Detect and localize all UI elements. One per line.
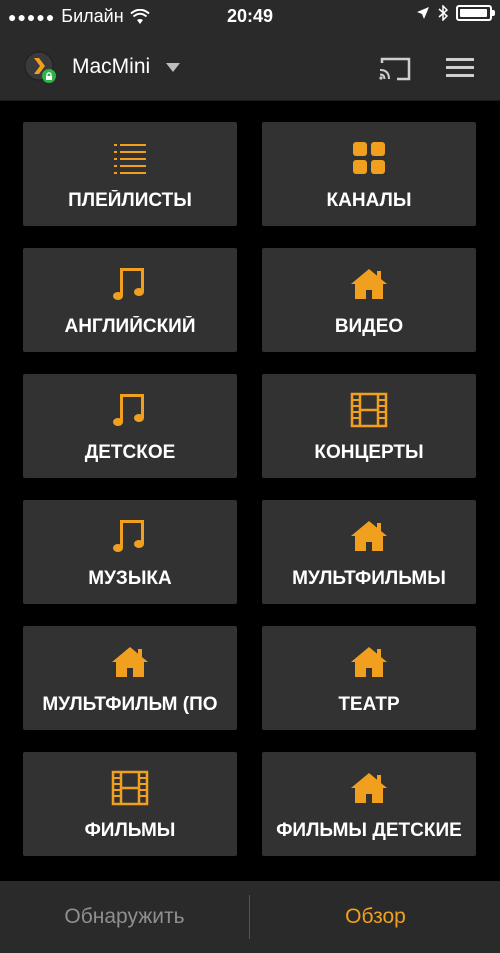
tile-label: МУЛЬТФИЛЬМЫ: [292, 568, 446, 589]
nav-bar: MacMini: [0, 34, 500, 101]
status-right: [416, 5, 495, 21]
list-icon: [110, 140, 150, 176]
bluetooth-icon: [438, 5, 448, 21]
lock-icon: [42, 69, 56, 83]
library-tile[interactable]: МУЛЬТФИЛЬМ (ПО: [23, 626, 237, 730]
server-name[interactable]: MacMini: [72, 55, 150, 79]
battery-icon: [456, 5, 495, 21]
status-bar: ●●●●● Билайн 20:49: [0, 0, 500, 34]
library-tile[interactable]: ПЛЕЙЛИСТЫ: [23, 122, 237, 226]
tile-label: МУЗЫКА: [88, 568, 172, 589]
bottom-tab-bar: Обнаружить Обзор: [0, 881, 500, 953]
library-tile[interactable]: КОНЦЕРТЫ: [262, 374, 476, 478]
tab-browse[interactable]: Обзор: [251, 881, 500, 953]
library-tile[interactable]: АНГЛИЙСКИЙ: [23, 248, 237, 352]
location-arrow-icon: [417, 7, 429, 19]
home-icon: [349, 770, 389, 806]
library-tile[interactable]: ВИДЕО: [262, 248, 476, 352]
plex-logo-icon[interactable]: [24, 51, 56, 83]
home-icon: [110, 644, 150, 680]
home-icon: [349, 266, 389, 302]
library-tile[interactable]: ТЕАТР: [262, 626, 476, 730]
tile-label: ПЛЕЙЛИСТЫ: [68, 190, 192, 211]
tile-label: КОНЦЕРТЫ: [314, 442, 424, 463]
home-icon: [349, 518, 389, 554]
music-icon: [110, 392, 150, 428]
chevron-down-icon[interactable]: [166, 63, 180, 72]
music-icon: [110, 266, 150, 302]
music-icon: [110, 518, 150, 554]
library-tile[interactable]: ФИЛЬМЫ: [23, 752, 237, 856]
library-tile[interactable]: ДЕТСКОЕ: [23, 374, 237, 478]
tile-label: КАНАЛЫ: [326, 190, 412, 211]
tile-label: АНГЛИЙСКИЙ: [64, 316, 196, 337]
library-tile[interactable]: КАНАЛЫ: [262, 122, 476, 226]
film-icon: [110, 770, 150, 806]
tab-discover[interactable]: Обнаружить: [0, 881, 249, 953]
home-icon: [349, 644, 389, 680]
tile-label: ФИЛЬМЫ ДЕТСКИЕ: [276, 820, 462, 841]
library-tile[interactable]: ФИЛЬМЫ ДЕТСКИЕ: [262, 752, 476, 856]
battery-fill: [460, 9, 487, 17]
tile-label: ТЕАТР: [338, 694, 400, 715]
library-tile[interactable]: МУЗЫКА: [23, 500, 237, 604]
grid-icon: [349, 140, 389, 176]
hamburger-menu-icon[interactable]: [446, 56, 474, 80]
tile-label: ВИДЕО: [334, 316, 404, 337]
library-tile[interactable]: МУЛЬТФИЛЬМЫ: [262, 500, 476, 604]
cast-icon[interactable]: [378, 56, 412, 82]
tile-label: ДЕТСКОЕ: [84, 442, 176, 463]
tile-label: МУЛЬТФИЛЬМ (ПО: [42, 694, 218, 715]
tab-divider: [249, 895, 250, 939]
library-grid: ПЛЕЙЛИСТЫ КАНАЛЫ АНГЛИЙСКИЙ ВИДЕО ДЕТСКО…: [23, 122, 476, 856]
tile-label: ФИЛЬМЫ: [84, 820, 176, 841]
film-icon: [349, 392, 389, 428]
